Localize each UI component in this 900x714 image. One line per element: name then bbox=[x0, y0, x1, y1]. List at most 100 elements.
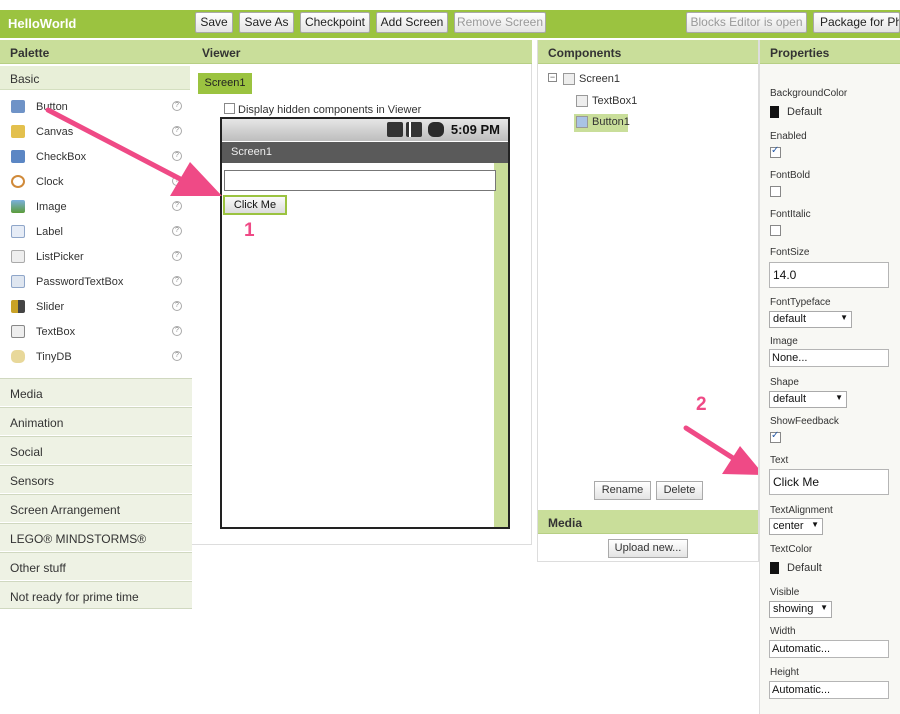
prop-text-label: Text bbox=[770, 455, 789, 466]
prop-backgroundcolor-label: BackgroundColor bbox=[770, 88, 848, 99]
signal-icon bbox=[406, 122, 422, 137]
help-icon[interactable]: ? bbox=[172, 226, 182, 236]
screen-tab[interactable]: Screen1 bbox=[198, 73, 252, 94]
package-for-phone-button[interactable]: Package for Phone bbox=[813, 12, 900, 33]
palette-category-social[interactable]: Social bbox=[0, 436, 192, 464]
phone-textbox[interactable] bbox=[224, 170, 496, 191]
textbox-icon bbox=[11, 325, 25, 338]
tree-node-label: Button1 bbox=[592, 116, 630, 128]
prop-shape-select[interactable]: default ▼ bbox=[769, 391, 847, 408]
prop-fonttypeface-label: FontTypeface bbox=[770, 297, 831, 308]
display-hidden-checkbox[interactable] bbox=[224, 103, 235, 114]
textbox-icon bbox=[576, 95, 588, 107]
phone-title-bar: Screen1 bbox=[222, 142, 508, 163]
palette-item-label: CheckBox bbox=[36, 151, 87, 163]
select-value: default bbox=[773, 393, 807, 405]
prop-backgroundcolor-value[interactable]: Default bbox=[787, 106, 822, 118]
prop-width-input[interactable]: Automatic... bbox=[769, 640, 889, 658]
palette-item-checkbox[interactable]: CheckBox ? bbox=[0, 146, 190, 171]
listpicker-icon bbox=[11, 250, 25, 263]
palette-item-textbox[interactable]: TextBox ? bbox=[0, 321, 190, 346]
help-icon[interactable]: ? bbox=[172, 176, 182, 186]
palette-item-passwordtextbox[interactable]: PasswordTextBox ? bbox=[0, 271, 190, 296]
help-icon[interactable]: ? bbox=[172, 276, 182, 286]
palette-item-clock[interactable]: Clock ? bbox=[0, 171, 190, 196]
help-icon[interactable]: ? bbox=[172, 126, 182, 136]
help-icon[interactable]: ? bbox=[172, 201, 182, 211]
palette-category-screen-arrangement[interactable]: Screen Arrangement bbox=[0, 494, 192, 522]
slider-icon bbox=[11, 300, 25, 313]
select-value: default bbox=[773, 313, 807, 325]
phone-preview: 5:09 PM Screen1 Click Me bbox=[220, 117, 510, 529]
save-button[interactable]: Save bbox=[195, 12, 233, 33]
palette-category-not-ready[interactable]: Not ready for prime time bbox=[0, 581, 192, 609]
palette-item-label: TinyDB bbox=[36, 351, 72, 363]
notification-icon bbox=[387, 122, 403, 137]
annotation-number-1: 1 bbox=[244, 220, 255, 241]
palette-item-canvas[interactable]: Canvas ? bbox=[0, 121, 190, 146]
palette-item-listpicker[interactable]: ListPicker ? bbox=[0, 246, 190, 271]
prop-textcolor-value[interactable]: Default bbox=[787, 562, 822, 574]
palette-item-label: Label bbox=[36, 226, 63, 238]
delete-button[interactable]: Delete bbox=[656, 481, 703, 500]
palette-category-sensors[interactable]: Sensors bbox=[0, 465, 192, 493]
upload-new-button[interactable]: Upload new... bbox=[608, 539, 688, 558]
viewer-header: Viewer bbox=[192, 40, 532, 64]
phone-click-me-button[interactable]: Click Me bbox=[223, 195, 287, 215]
textcolor-swatch[interactable] bbox=[770, 562, 779, 574]
database-icon bbox=[11, 350, 25, 363]
rename-button[interactable]: Rename bbox=[594, 481, 651, 500]
prop-height-input[interactable]: Automatic... bbox=[769, 681, 889, 699]
prop-enabled-checkbox[interactable] bbox=[770, 145, 781, 158]
prop-text-input[interactable]: Click Me bbox=[769, 469, 889, 495]
prop-enabled-label: Enabled bbox=[770, 131, 807, 142]
help-icon[interactable]: ? bbox=[172, 151, 182, 161]
palette-category-animation[interactable]: Animation bbox=[0, 407, 192, 435]
palette-category-lego-mindstorms[interactable]: LEGO® MINDSTORMS® bbox=[0, 523, 192, 551]
prop-fontsize-input[interactable]: 14.0 bbox=[769, 262, 889, 288]
palette-item-tinydb[interactable]: TinyDB ? bbox=[0, 346, 190, 371]
top-bar: HelloWorld Save Save As Checkpoint Add S… bbox=[0, 0, 900, 40]
help-icon[interactable]: ? bbox=[172, 351, 182, 361]
prop-textalignment-label: TextAlignment bbox=[770, 505, 833, 516]
help-icon[interactable]: ? bbox=[172, 101, 182, 111]
prop-image-input[interactable]: None... bbox=[769, 349, 889, 367]
palette-category-media[interactable]: Media bbox=[0, 378, 192, 406]
add-screen-button[interactable]: Add Screen bbox=[376, 12, 448, 33]
battery-icon bbox=[428, 122, 444, 137]
save-as-button[interactable]: Save As bbox=[239, 12, 294, 33]
blocks-editor-button[interactable]: Blocks Editor is open bbox=[686, 12, 807, 33]
components-panel: Components bbox=[537, 40, 759, 510]
chevron-down-icon: ▼ bbox=[840, 313, 848, 322]
palette-item-slider[interactable]: Slider ? bbox=[0, 296, 190, 321]
prop-showfeedback-checkbox[interactable] bbox=[770, 430, 781, 443]
palette-item-button[interactable]: Button ? bbox=[0, 96, 190, 121]
components-header: Components bbox=[538, 40, 758, 64]
palette-item-label[interactable]: Label ? bbox=[0, 221, 190, 246]
prop-showfeedback-label: ShowFeedback bbox=[770, 416, 839, 427]
phone-clock: 5:09 PM bbox=[450, 122, 500, 137]
collapse-tree-icon[interactable]: − bbox=[548, 73, 557, 82]
palette-category-basic[interactable]: Basic bbox=[0, 66, 190, 90]
help-icon[interactable]: ? bbox=[172, 251, 182, 261]
prop-fontbold-checkbox[interactable] bbox=[770, 186, 781, 197]
checkpoint-button[interactable]: Checkpoint bbox=[300, 12, 370, 33]
palette-category-other-stuff[interactable]: Other stuff bbox=[0, 552, 192, 580]
prop-fonttypeface-select[interactable]: default ▼ bbox=[769, 311, 852, 328]
prop-fontitalic-checkbox[interactable] bbox=[770, 225, 781, 236]
palette-item-image[interactable]: Image ? bbox=[0, 196, 190, 221]
prop-visible-select[interactable]: showing ▼ bbox=[769, 601, 832, 618]
password-icon bbox=[11, 275, 25, 288]
properties-header: Properties bbox=[760, 40, 900, 64]
help-icon[interactable]: ? bbox=[172, 301, 182, 311]
backgroundcolor-swatch[interactable] bbox=[770, 106, 779, 118]
prop-fontitalic-label: FontItalic bbox=[770, 209, 811, 220]
palette-item-label: Image bbox=[36, 201, 67, 213]
prop-textalignment-select[interactable]: center ▼ bbox=[769, 518, 823, 535]
button-icon bbox=[11, 100, 25, 113]
prop-fontsize-label: FontSize bbox=[770, 247, 810, 258]
remove-screen-button[interactable]: Remove Screen bbox=[454, 12, 546, 33]
help-icon[interactable]: ? bbox=[172, 326, 182, 336]
chevron-down-icon: ▼ bbox=[835, 393, 843, 402]
display-hidden-label: Display hidden components in Viewer bbox=[238, 104, 422, 116]
